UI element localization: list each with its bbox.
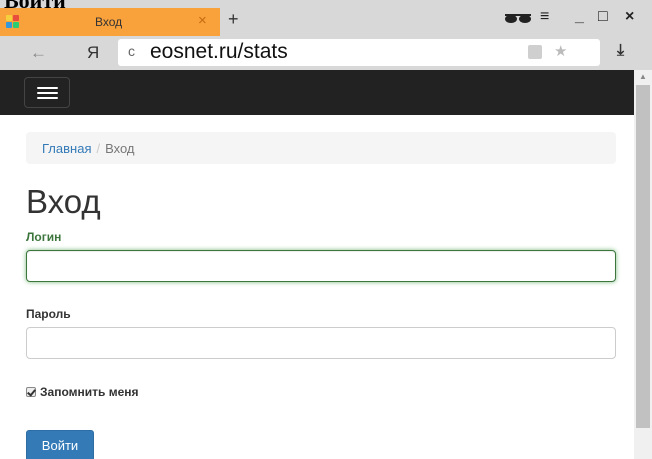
site-navbar xyxy=(0,70,634,115)
hamburger-bar xyxy=(37,92,58,94)
url-field[interactable]: c eosnet.ru/stats ★ xyxy=(118,39,600,66)
window-close-button[interactable]: × xyxy=(625,8,634,26)
browser-address-bar: ← Я c eosnet.ru/stats ★ ⤓ xyxy=(0,36,652,70)
page-title: Вход xyxy=(26,183,101,220)
bookmark-star-icon[interactable]: ★ xyxy=(554,42,567,60)
page-content: Главная / Вход Вход Логин Пароль Запомнить… xyxy=(0,70,634,459)
login-input[interactable] xyxy=(26,250,616,282)
reload-icon[interactable]: c xyxy=(128,43,135,59)
overlay-caption: Войти xyxy=(4,0,66,13)
tab-title: Вход xyxy=(95,15,123,29)
login-label: Логин xyxy=(26,230,62,244)
yandex-logo-icon[interactable]: Я xyxy=(87,43,99,63)
site-favicon-icon xyxy=(6,15,20,29)
minimize-button[interactable]: _ xyxy=(575,8,584,26)
navbar-toggle-button[interactable] xyxy=(24,77,70,108)
hamburger-bar xyxy=(37,97,58,99)
breadcrumb: Главная / Вход xyxy=(26,132,616,164)
browser-menu-icon[interactable]: ≡ xyxy=(540,8,549,26)
breadcrumb-home-link[interactable]: Главная xyxy=(42,141,91,156)
remember-me-row[interactable]: Запомнить меня xyxy=(26,385,139,399)
browser-tab-bar: Вход × + ≡ _ □ × xyxy=(0,0,652,36)
password-input[interactable] xyxy=(26,327,616,359)
maximize-button[interactable]: □ xyxy=(598,8,608,26)
page-scrollbar[interactable]: ▲ xyxy=(634,70,652,459)
download-icon[interactable]: ⤓ xyxy=(617,42,624,60)
url-text[interactable]: eosnet.ru/stats xyxy=(150,40,288,64)
breadcrumb-current: Вход xyxy=(105,141,135,156)
hamburger-bar xyxy=(37,87,58,89)
password-label: Пароль xyxy=(26,307,71,321)
tab-close-icon[interactable]: × xyxy=(198,12,207,29)
scrollbar-thumb[interactable] xyxy=(636,85,650,428)
remember-me-label: Запомнить меня xyxy=(40,385,139,399)
breadcrumb-separator: / xyxy=(96,141,101,156)
scroll-up-arrow-icon[interactable]: ▲ xyxy=(639,72,647,81)
lock-icon[interactable] xyxy=(528,45,542,59)
back-arrow-icon[interactable]: ← xyxy=(30,43,47,63)
incognito-glasses-icon[interactable] xyxy=(504,11,532,25)
new-tab-button[interactable]: + xyxy=(228,9,239,30)
login-submit-button[interactable]: Войти xyxy=(26,430,94,459)
remember-me-checkbox[interactable] xyxy=(26,387,36,397)
